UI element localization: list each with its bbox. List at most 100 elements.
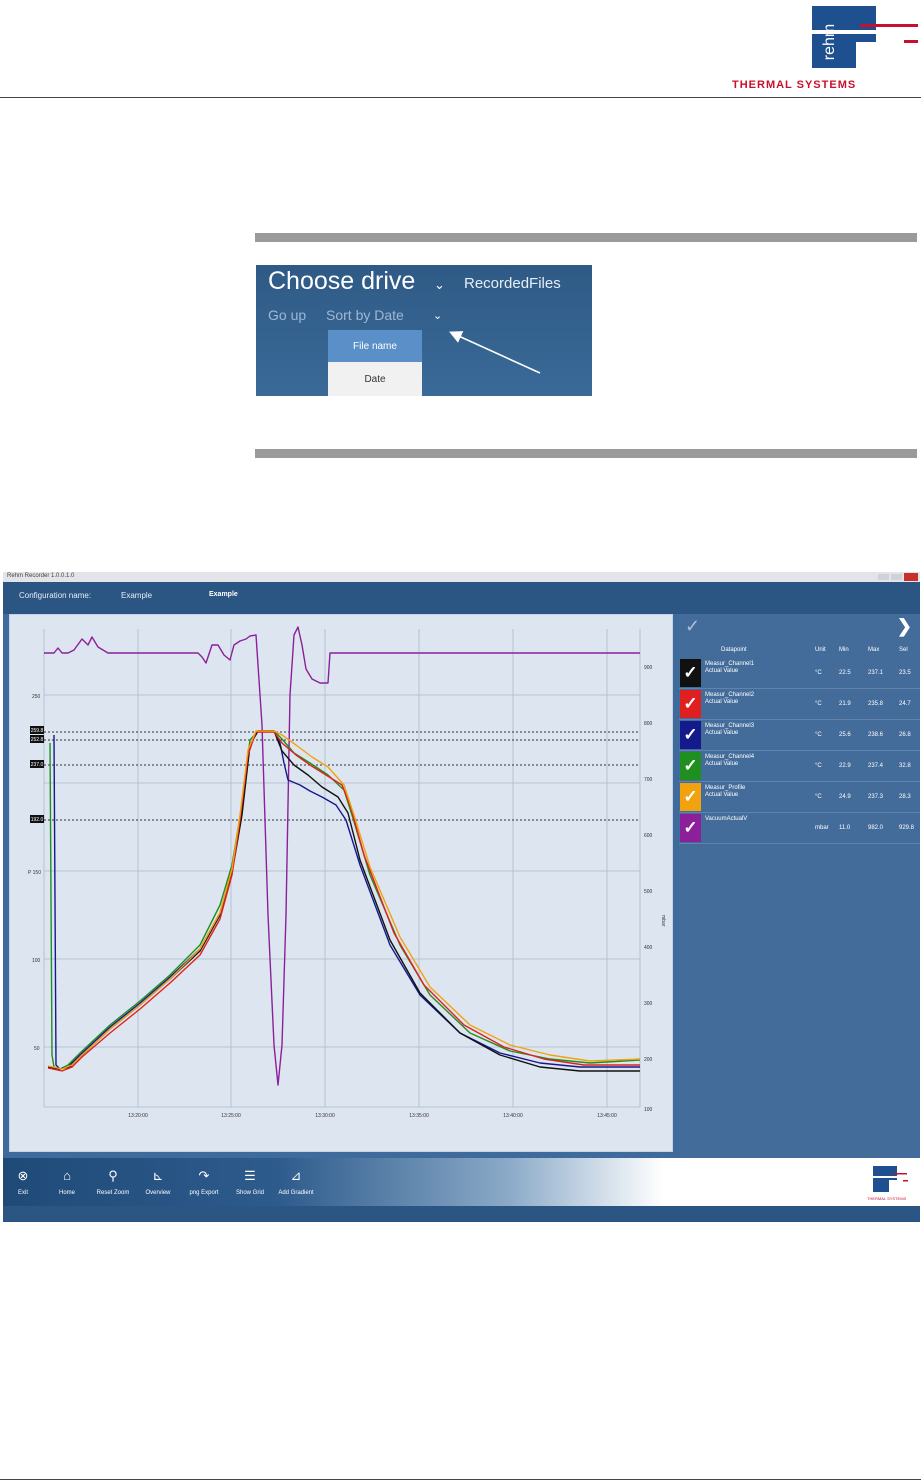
series-channel1 xyxy=(47,730,640,1072)
sel-cell: 929.8 xyxy=(899,825,915,831)
datapoint-row[interactable]: ✓ Measur_Profile Actual Value °C 24.9 237… xyxy=(679,782,920,813)
datapoint-sub: Actual Value xyxy=(705,761,739,767)
datapoint-name: Measur_Profile xyxy=(705,785,746,791)
x-tick: 13:25:00 xyxy=(221,1113,241,1119)
unit-cell: °C xyxy=(815,794,822,800)
right-tick: 500 xyxy=(644,889,653,895)
png-export-button[interactable]: ↷ png Export xyxy=(187,1158,221,1206)
max-header: Max xyxy=(868,647,880,653)
x-tick: 13:20:00 xyxy=(128,1113,148,1119)
right-tick: 100 xyxy=(644,1107,653,1113)
datapoint-name: VacuumActualV xyxy=(705,816,748,822)
max-cell: 235.8 xyxy=(868,701,884,707)
rehm-logo: rehm xyxy=(808,6,918,68)
right-axis-ticks: 900 800 700 600 500 400 300 200 100 mbar xyxy=(644,665,666,1113)
check-icon[interactable]: ✓ xyxy=(680,690,701,718)
configuration-label: Configuration name: xyxy=(19,591,92,600)
unit-cell: °C xyxy=(815,701,822,707)
unit-cell: °C xyxy=(815,763,822,769)
series-channel4 xyxy=(49,730,641,1070)
max-cell: 237.4 xyxy=(868,763,884,769)
x-tick: 13:45:00 xyxy=(597,1113,617,1119)
datapoint-row[interactable]: ✓ Measur_Channel4 Actual Value °C 22.9 23… xyxy=(679,751,920,782)
check-icon[interactable]: ✓ xyxy=(680,814,701,842)
right-tick: 300 xyxy=(644,1001,653,1007)
min-cell: 24.9 xyxy=(839,794,851,800)
add-gradient-button[interactable]: ⊿ Add Gradient xyxy=(275,1158,317,1206)
datapoint-name: Measur_Channel4 xyxy=(705,754,755,760)
min-header: Min xyxy=(839,647,849,653)
exit-button[interactable]: ⊗ Exit xyxy=(9,1158,37,1206)
recording-chart[interactable]: 259.8 252.8 237.0 192.0 250 P 150 100 50… xyxy=(9,614,673,1152)
left-tick: 50 xyxy=(34,1046,40,1052)
gradient-icon: ⊿ xyxy=(290,1168,302,1183)
unit-cell: °C xyxy=(815,732,822,738)
select-all-check-icon[interactable]: ✓ xyxy=(685,616,700,637)
left-tick: 100 xyxy=(32,958,41,964)
left-axis-ticks: 250 P 150 100 50 xyxy=(28,694,41,1052)
unit-cell: °C xyxy=(815,670,822,676)
datapoint-row[interactable]: ✓ VacuumActualV mbar 11.0 982.0 929.8 xyxy=(679,813,920,844)
overview-icon: ⊾ xyxy=(152,1168,164,1183)
check-icon[interactable]: ✓ xyxy=(680,721,701,749)
datapoint-row[interactable]: ✓ Measur_Channel3 Actual Value °C 25.6 23… xyxy=(679,720,920,751)
unit-header: Unit xyxy=(815,647,826,653)
datapoint-row[interactable]: ✓ Measur_Channel1 Actual Value °C 22.5 23… xyxy=(679,658,920,689)
chart-canvas[interactable]: 259.8 252.8 237.0 192.0 250 P 150 100 50… xyxy=(10,615,672,1151)
window-controls-icon[interactable] xyxy=(878,573,918,581)
svg-text:rehm: rehm xyxy=(821,24,838,60)
series-profile xyxy=(47,730,641,1070)
home-icon: ⌂ xyxy=(63,1168,71,1183)
marker-label-4: 192.0 xyxy=(31,817,44,823)
x-tick: 13:35:00 xyxy=(409,1113,429,1119)
left-tick: 250 xyxy=(32,694,41,700)
grid-lines xyxy=(43,629,641,1108)
sel-cell: 26.8 xyxy=(899,732,911,738)
overview-button[interactable]: ⊾ Overview xyxy=(143,1158,173,1206)
row-divider xyxy=(679,843,920,844)
right-tick: 200 xyxy=(644,1057,653,1063)
reset-zoom-label: Reset Zoom xyxy=(96,1190,130,1196)
check-icon[interactable]: ✓ xyxy=(680,752,701,780)
snippet-top-bar xyxy=(255,233,917,242)
reset-zoom-icon: ⚲ xyxy=(108,1168,118,1183)
home-button[interactable]: ⌂ Home xyxy=(53,1158,81,1206)
min-cell: 25.6 xyxy=(839,732,851,738)
datapoint-sub: Actual Value xyxy=(705,668,739,674)
configuration-extra: Example xyxy=(209,591,238,598)
datapoint-row[interactable]: ✓ Measur_Channel2 Actual Value °C 21.9 23… xyxy=(679,689,920,720)
bottom-toolbar: ⊗ Exit ⌂ Home ⚲ Reset Zoom ⊾ Overview ↷ … xyxy=(3,1158,920,1206)
x-axis-ticks: 13:20:00 13:25:00 13:30:00 13:35:00 13:4… xyxy=(128,1113,617,1119)
sel-cell: 24.7 xyxy=(899,701,911,707)
show-grid-button[interactable]: ☰ Show Grid xyxy=(233,1158,267,1206)
datapoint-sub: Actual Value xyxy=(705,699,739,705)
right-tick: 700 xyxy=(644,777,653,783)
check-icon[interactable]: ✓ xyxy=(680,783,701,811)
drive-picker-screenshot: Choose drive ⌄ RecordedFiles Go up Sort … xyxy=(256,265,592,396)
reset-zoom-button[interactable]: ⚲ Reset Zoom xyxy=(95,1158,131,1206)
recorder-app-screenshot: Rehm Recorder 1.0.0.1.0 Configuration na… xyxy=(3,572,920,1222)
export-icon: ↷ xyxy=(198,1168,210,1183)
datapoint-name: Measur_Channel2 xyxy=(705,692,755,698)
right-tick: 800 xyxy=(644,721,653,727)
right-tick: 600 xyxy=(644,833,653,839)
datapoint-sub: Actual Value xyxy=(705,730,739,736)
add-gradient-label: Add Gradient xyxy=(278,1190,314,1196)
max-cell: 982.0 xyxy=(868,825,884,831)
max-cell: 237.3 xyxy=(868,794,884,800)
chevron-right-icon[interactable]: ❯ xyxy=(897,616,912,637)
arrow-annotation-icon xyxy=(449,331,541,374)
window-titlebar: Rehm Recorder 1.0.0.1.0 xyxy=(3,572,920,582)
min-cell: 21.9 xyxy=(839,701,851,707)
rehm-logo xyxy=(871,1166,908,1192)
series-channel3 xyxy=(53,730,640,1070)
right-axis-label: mbar xyxy=(660,915,666,927)
datapoint-name: Measur_Channel3 xyxy=(705,723,755,729)
check-icon[interactable]: ✓ xyxy=(680,659,701,687)
sel-cell: 28.3 xyxy=(899,794,911,800)
exit-label: Exit xyxy=(17,1190,28,1196)
max-cell: 238.6 xyxy=(868,732,884,738)
datapoint-sub: Actual Value xyxy=(705,792,739,798)
left-tick: P 150 xyxy=(28,870,41,876)
configuration-value: Example xyxy=(121,591,153,600)
